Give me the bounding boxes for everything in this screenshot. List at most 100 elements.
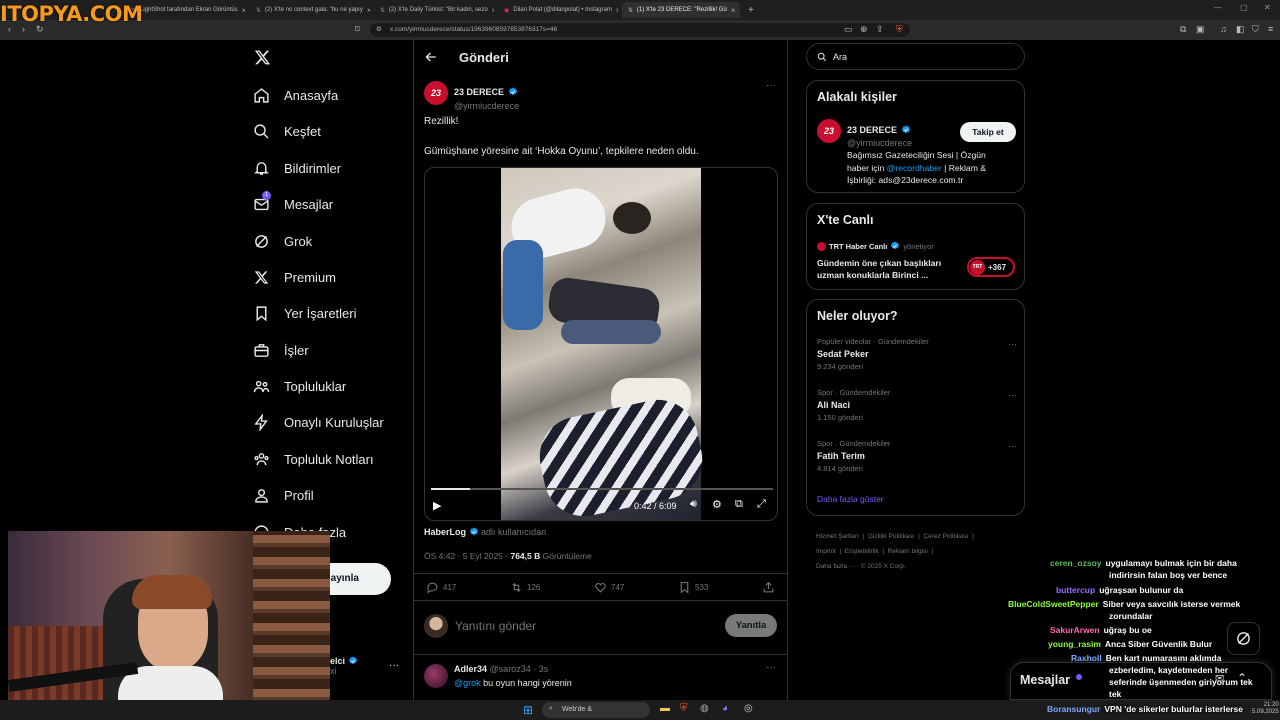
taskbar-search[interactable]: ⌕ Web'de & <box>542 702 650 718</box>
chat-message: Raxholl Ben kart numarasını aklımda <box>1071 653 1222 663</box>
close-icon[interactable]: × <box>731 6 736 15</box>
minimize-icon[interactable]: — <box>1214 3 1222 12</box>
reply-input[interactable]: Yanıtını gönder <box>455 619 536 633</box>
search-input[interactable]: Ara <box>806 43 1025 70</box>
pip-icon[interactable]: ⧉ <box>735 498 743 511</box>
nav-jobs[interactable]: İşler <box>252 341 309 359</box>
avatar[interactable]: 23 <box>817 119 841 143</box>
nav-grok[interactable]: Grok <box>252 232 312 250</box>
cast-icon[interactable]: ▭ <box>844 24 853 35</box>
footer-link[interactable]: Imprint <box>816 548 836 555</box>
chat-message-cont: indirirsin falan boş ver bence <box>1109 570 1228 580</box>
share-action[interactable] <box>762 581 775 599</box>
live-listeners[interactable]: TRT +367 <box>967 257 1015 277</box>
nav-notifications[interactable]: Bildirimler <box>252 159 341 177</box>
browser-tab-active[interactable]: 𝕏 (1) X'te 23 DERECE: "Rezillik! Gü × <box>622 2 740 18</box>
close-icon[interactable]: × <box>492 6 494 15</box>
music-icon[interactable]: ♫ <box>1220 24 1227 34</box>
retweet-action[interactable]: 126 <box>510 581 540 594</box>
reply-avatar[interactable] <box>424 664 448 688</box>
browser-tab[interactable]: ◉Dilan Polat (@dilanpolat) • Instagram× <box>498 2 618 18</box>
nav-home[interactable]: Anasayfa <box>252 86 338 104</box>
nav-communities[interactable]: Topluluklar <box>252 377 346 395</box>
chat-message: ceren_ozsoy uygulamayı bulmak için bir da… <box>1050 558 1237 568</box>
live-title[interactable]: Gündemin öne çıkan başlıkları uzman konu… <box>817 257 941 281</box>
shield-icon[interactable]: ⛉ <box>1252 24 1259 35</box>
account-switcher[interactable]: elci xi <box>330 656 358 676</box>
close-icon[interactable]: × <box>616 6 618 15</box>
nav-messages[interactable]: 1 Mesajlar <box>252 191 333 213</box>
nav-explore[interactable]: Keşfet <box>252 122 321 140</box>
notification-badge: 1 <box>262 191 271 200</box>
footer-link[interactable]: Erişilebilirlik <box>845 548 879 555</box>
nav-community-notes[interactable]: Topluluk Notları <box>252 450 374 468</box>
reply-action[interactable]: 417 <box>426 581 456 594</box>
webcam-feed <box>8 531 330 711</box>
menu-icon[interactable]: ≡ <box>1268 24 1273 34</box>
close-icon[interactable]: × <box>367 6 370 15</box>
close-window-icon[interactable]: ✕ <box>1264 3 1271 12</box>
trend-more-icon[interactable]: ··· <box>1008 441 1017 451</box>
video-progress-track[interactable] <box>431 488 773 490</box>
footer-link[interactable]: Hizmet Şartları <box>816 533 859 540</box>
new-tab-button[interactable]: + <box>742 2 756 18</box>
nav-bookmarks[interactable]: Yer İşaretleri <box>252 304 357 322</box>
bookmark-page-icon[interactable]: ⌑ <box>355 24 360 35</box>
fullscreen-icon[interactable]: ⤢ <box>757 498 766 511</box>
share-icon[interactable]: ⇪ <box>876 24 884 35</box>
wallet-icon[interactable]: ▣ <box>1196 24 1205 35</box>
volume-icon[interactable]: 🔊︎ <box>690 498 697 511</box>
obs-icon[interactable]: ◎ <box>744 703 753 714</box>
footer-more-link[interactable]: Daha fazla ··· <box>816 563 855 570</box>
x-home-logo[interactable] <box>254 49 271 71</box>
browser-tab[interactable]: 𝕏 (2) X'te Daily Türkist: "Bir kadın, sez… <box>374 2 494 18</box>
tweet-more-icon[interactable]: ··· <box>766 80 776 91</box>
nav-verified-orgs[interactable]: Onaylı Kuruluşlar <box>252 413 384 431</box>
footer-link[interactable]: Çerez Politikası <box>923 533 968 540</box>
author-block[interactable]: 23 DERECE @yirmiucderece <box>454 82 519 111</box>
footer-link[interactable]: Reklam bilgisi <box>888 548 928 555</box>
nav-premium[interactable]: Premium <box>252 268 336 286</box>
trend-more-icon[interactable]: ··· <box>1008 339 1017 349</box>
url-field[interactable]: ⚙ x.com/yirmiucderece/status/19639608597… <box>370 23 910 37</box>
maximize-icon[interactable]: ▢ <box>1240 3 1248 12</box>
live-host[interactable]: TRT Haber Canlı yönetiyor <box>817 241 934 251</box>
footer-link[interactable]: Gizlilik Politikası <box>868 533 915 540</box>
browser-tab[interactable]: 𝕏 (2) X'te no context gala: "bu ne yapıy × <box>250 2 370 18</box>
play-icon[interactable]: ▶ <box>433 499 441 512</box>
trend-item[interactable]: Spor · Gündemdekiler Fatih Terim 4.814 g… <box>817 439 1017 473</box>
show-more-link[interactable]: Daha fazla göster <box>817 494 884 504</box>
account-more-icon[interactable]: ··· <box>389 660 399 671</box>
chat-message: BlueColdSweetPepper Siber veya savcılık i… <box>1008 599 1241 609</box>
discord-icon[interactable]: ◕ <box>722 703 728 714</box>
trend-item[interactable]: Popüler videolar · Gündemdekiler Sedat P… <box>817 337 1017 371</box>
brave-icon[interactable]: ⛨ <box>680 703 688 714</box>
reply-submit-button[interactable]: Yanıtla <box>725 614 777 637</box>
bookmark-action[interactable]: 533 <box>678 581 708 594</box>
follow-button[interactable]: Takip et <box>960 122 1016 142</box>
extensions-icon[interactable]: ⧉ <box>1180 24 1186 35</box>
video-player[interactable]: ▶ 0:42 / 6:09 🔊︎ ⚙ ⧉ ⤢ <box>424 167 778 521</box>
nav-profile[interactable]: Profil <box>252 486 314 504</box>
back-arrow-icon[interactable] <box>424 50 438 69</box>
steam-icon[interactable]: ◍ <box>700 703 709 714</box>
reply-more-icon[interactable]: ··· <box>766 662 776 673</box>
sidebar-icon[interactable]: ◧ <box>1236 24 1245 35</box>
settings-icon[interactable]: ⚙ <box>712 498 722 511</box>
trend-more-icon[interactable]: ··· <box>1008 390 1017 400</box>
close-icon[interactable]: × <box>242 6 245 15</box>
reply-header[interactable]: Adler34 @saroz34 · 3s <box>454 664 548 674</box>
zoom-icon[interactable]: ⊕ <box>860 24 868 35</box>
brave-shield-icon[interactable]: ⛨ <box>896 24 903 35</box>
video-attribution[interactable]: HaberLog adlı kullanıcıdan <box>424 527 546 537</box>
windows-start-icon[interactable]: ⊞ <box>523 703 533 717</box>
mention-link[interactable]: @grok <box>454 678 481 688</box>
like-action[interactable]: 747 <box>594 581 624 594</box>
avatar[interactable]: 23 <box>424 81 448 105</box>
card-title: Neler oluyor? <box>817 309 898 323</box>
trend-item[interactable]: Spor · Gündemdekiler Ali Naci 1.150 gönd… <box>817 388 1017 422</box>
file-explorer-icon[interactable]: ▬ <box>660 703 670 714</box>
bio-mention-link[interactable]: @recordhaber <box>887 163 942 173</box>
related-author[interactable]: 23 DERECE @yirmiucderece <box>847 120 912 148</box>
browser-tab[interactable]: ✎ LightShot tarafından Ekran Görüntüs × <box>125 2 245 18</box>
